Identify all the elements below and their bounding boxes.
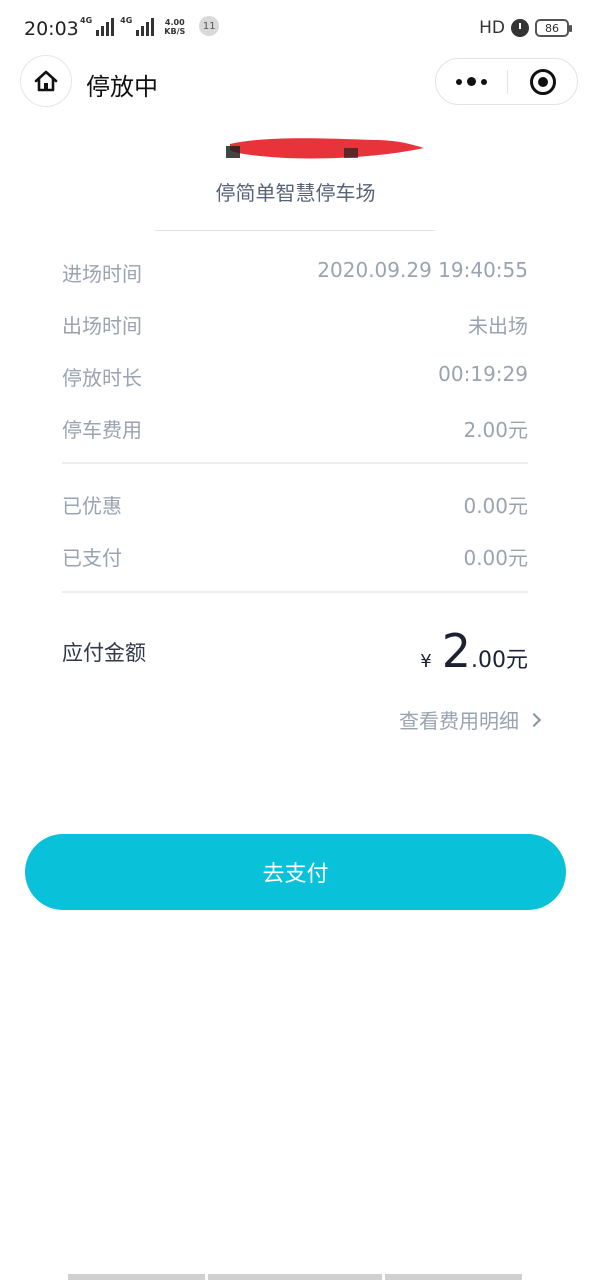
amount-decimal: .00元	[471, 648, 528, 673]
status-bar: 20:03 4G 4G 4.00 KB/S 11 HD 86	[0, 0, 591, 60]
row-value: 0.00元	[463, 494, 528, 518]
page-title: 停放中	[86, 73, 158, 101]
network-speed: 4.00 KB/S	[164, 18, 185, 36]
paid-row: 已支付 0.00元	[62, 542, 528, 572]
target-icon	[530, 68, 556, 95]
row-label: 已支付	[62, 546, 122, 570]
currency-symbol: ¥	[420, 651, 432, 672]
notification-badge: 11	[199, 16, 220, 36]
discount-row: 已优惠 0.00元	[62, 490, 528, 520]
row-value: 00:19:29	[438, 362, 528, 386]
divider	[155, 230, 435, 231]
chevron-right-icon	[526, 712, 542, 727]
row-label: 进场时间	[62, 262, 142, 286]
row-label: 停车费用	[62, 418, 142, 442]
signal-2-label: 4G	[120, 16, 133, 25]
nav-gesture-bar	[68, 1274, 205, 1280]
home-icon	[34, 70, 58, 92]
nav-gesture-bar	[385, 1274, 522, 1280]
row-value: 2.00元	[463, 418, 528, 442]
status-time: 20:03	[24, 18, 79, 40]
more-button[interactable]	[436, 59, 506, 104]
alarm-icon	[511, 19, 529, 37]
parking-lot-name: 停简单智慧停车场	[215, 181, 376, 205]
divider	[62, 462, 528, 464]
plate-redaction	[226, 138, 424, 159]
amount-due-value: ¥ 2 .00元	[420, 626, 528, 676]
row-label: 出场时间	[62, 314, 142, 338]
nav-bar: 停放中	[0, 55, 591, 109]
signal-1-label: 4G	[80, 16, 93, 25]
row-value: 2020.09.29 19:40:55	[317, 258, 528, 282]
status-right-icons: HD 86	[479, 18, 572, 38]
duration-row: 停放时长 00:19:29	[62, 362, 528, 392]
amount-due-label: 应付金额	[62, 641, 146, 665]
amount-integer: 2	[441, 624, 471, 678]
fee-detail-link[interactable]: 查看费用明细	[399, 705, 542, 734]
exit-time-row: 出场时间 未出场	[62, 310, 528, 340]
nav-gesture-bar	[208, 1274, 382, 1280]
mini-program-capsule	[435, 58, 578, 105]
signal-icon: 4G	[120, 16, 155, 36]
signal-icon: 4G	[80, 16, 115, 36]
fee-detail-label: 查看费用明细	[399, 709, 519, 733]
row-label: 已优惠	[62, 494, 122, 518]
close-button[interactable]	[508, 59, 578, 104]
divider	[62, 591, 528, 593]
row-label: 停放时长	[62, 366, 142, 390]
battery-icon: 86	[535, 19, 572, 37]
network-speed-unit: KB/S	[164, 27, 186, 36]
license-plate	[0, 128, 591, 168]
home-button[interactable]	[20, 55, 72, 107]
status-left-icons: 4G 4G 4.00 KB/S 11	[80, 16, 220, 36]
entry-time-row: 进场时间 2020.09.29 19:40:55	[62, 258, 528, 288]
row-value: 0.00元	[463, 546, 528, 570]
network-speed-value: 4.00	[164, 18, 185, 27]
row-value: 未出场	[468, 314, 528, 338]
parking-fee-row: 停车费用 2.00元	[62, 414, 528, 444]
hd-indicator: HD	[479, 18, 505, 38]
pay-button[interactable]: 去支付	[25, 834, 566, 910]
